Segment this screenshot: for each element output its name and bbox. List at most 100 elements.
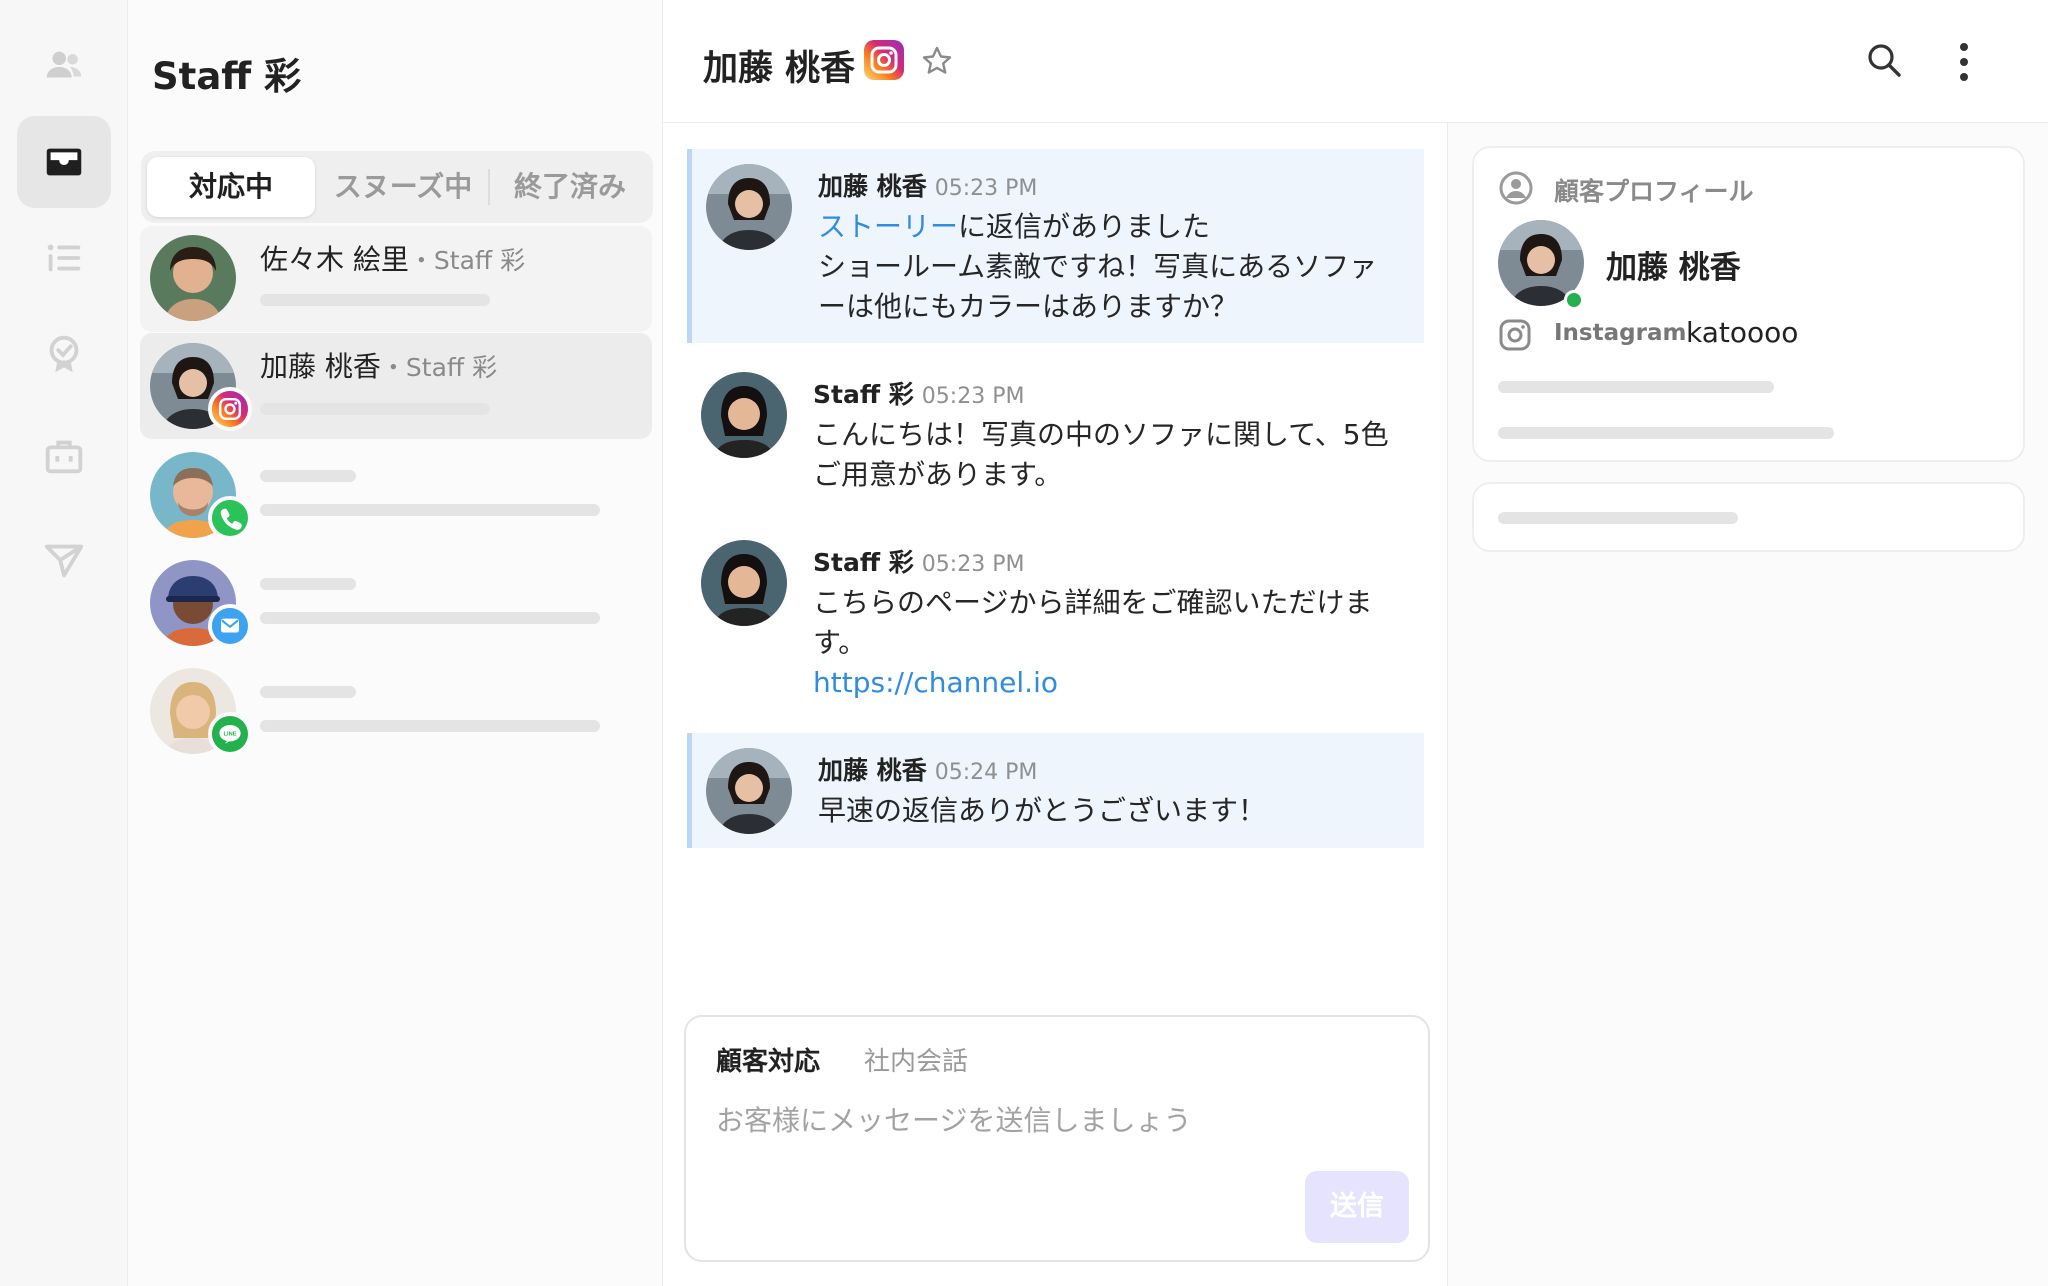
name-placeholder xyxy=(260,578,356,590)
avatar xyxy=(150,235,236,321)
instagram-icon xyxy=(864,40,904,80)
avatar xyxy=(706,748,792,834)
list-icon xyxy=(47,244,81,272)
channel-label: Instagram xyxy=(1554,320,1687,346)
instagram-icon xyxy=(208,387,252,431)
name-placeholder xyxy=(260,470,356,482)
sender-name: 加藤 桃香 xyxy=(818,172,927,201)
rail-inbox-button[interactable] xyxy=(17,116,111,208)
profile-placeholder xyxy=(1498,381,1774,393)
status-tabs: 対応中 スヌーズ中 終了済み xyxy=(141,151,653,223)
inbox-icon xyxy=(46,148,82,176)
tab-internal-chat[interactable]: 社内会話 xyxy=(864,1041,968,1078)
user-circle-icon xyxy=(1498,170,1534,206)
avatar xyxy=(701,540,787,626)
svg-text:LINE: LINE xyxy=(223,732,236,738)
more-options-icon[interactable] xyxy=(1954,40,1974,84)
customer-profile-panel: 顧客プロフィール 加藤 桃香 Instagram katoooo xyxy=(1448,123,2048,1286)
tab-separator xyxy=(488,169,490,205)
rail-briefcase-button[interactable] xyxy=(17,410,111,502)
message-text: 早速の返信ありがとうございます！ xyxy=(818,794,1267,827)
message-time: 05:23 PM xyxy=(921,552,1025,577)
send-icon xyxy=(44,544,84,578)
message-body: こちらのページから詳細をご確認いただけます。 https://channel.i… xyxy=(813,583,1393,703)
message-text: こちらのページから詳細をご確認いただけます。 xyxy=(813,586,1373,659)
nav-rail xyxy=(0,0,128,1286)
preview-placeholder xyxy=(260,612,600,624)
message-sender: Staff 彩 05:23 PM xyxy=(813,375,1024,411)
message-text: こんにちは！写真の中のソファに関して、5色ご用意があります。 xyxy=(813,418,1389,491)
people-icon xyxy=(46,51,82,78)
tab-customer-reply[interactable]: 顧客対応 xyxy=(716,1041,820,1078)
profile-placeholder xyxy=(1498,427,1834,439)
message-input[interactable]: お客様にメッセージを送信しましょう xyxy=(716,1099,1191,1139)
conversation-item[interactable] xyxy=(140,548,652,654)
message-composer: 顧客対応 社内会話 お客様にメッセージを送信しましょう 送信 xyxy=(684,1015,1430,1262)
message-text: ショールーム素敵ですね！写真にあるソファーは他にもカラーはありますか？ xyxy=(818,250,1378,323)
story-notice: に返信がありました xyxy=(958,210,1211,243)
tab-snoozed[interactable]: スヌーズ中 xyxy=(319,157,487,217)
message-sender: Staff 彩 05:23 PM xyxy=(813,543,1024,579)
conversation-title: 佐々木 絵里・Staff 彩 xyxy=(260,238,525,278)
profile-name: 加藤 桃香 xyxy=(1606,250,1741,286)
briefcase-icon xyxy=(45,440,83,474)
assignee-label: ・Staff 彩 xyxy=(380,353,498,382)
rail-list-button[interactable] xyxy=(17,212,111,304)
rail-badge-button[interactable] xyxy=(17,308,111,400)
preview-placeholder xyxy=(260,403,490,415)
name-placeholder xyxy=(260,686,356,698)
tab-closed[interactable]: 終了済み xyxy=(491,157,649,217)
message-time: 05:23 PM xyxy=(921,384,1025,409)
online-status-indicator xyxy=(1564,290,1584,310)
preview-placeholder xyxy=(260,294,490,306)
sender-name: Staff 彩 xyxy=(813,380,914,409)
message-staff: Staff 彩 05:23 PM こんにちは！写真の中のソファに関して、5色ご用意… xyxy=(687,357,1424,507)
message-time: 05:23 PM xyxy=(934,176,1038,201)
avatar xyxy=(706,164,792,250)
badge-icon xyxy=(49,335,79,373)
conversation-item-selected[interactable]: 加藤 桃香・Staff 彩 xyxy=(140,333,652,439)
conversation-item[interactable]: 佐々木 絵里・Staff 彩 xyxy=(140,226,652,332)
tab-open[interactable]: 対応中 xyxy=(147,157,315,217)
message-time: 05:24 PM xyxy=(934,760,1038,785)
sender-name: 加藤 桃香 xyxy=(818,756,927,785)
contact-name: 加藤 桃香 xyxy=(260,350,381,383)
message-sender: 加藤 桃香 05:23 PM xyxy=(818,167,1037,203)
app-window: Staff 彩 対応中 スヌーズ中 終了済み 佐々木 絵里・Staff 彩 加藤… xyxy=(0,0,2048,1286)
story-link[interactable]: ストーリー xyxy=(818,210,958,243)
star-icon[interactable] xyxy=(920,44,954,78)
chat-title: 加藤 桃香 xyxy=(703,49,856,89)
conversation-list-panel: Staff 彩 対応中 スヌーズ中 終了済み 佐々木 絵里・Staff 彩 加藤… xyxy=(128,0,663,1286)
contact-name: 佐々木 絵里 xyxy=(260,243,409,276)
send-button[interactable]: 送信 xyxy=(1305,1171,1409,1243)
sender-name: Staff 彩 xyxy=(813,548,914,577)
assignee-label: ・Staff 彩 xyxy=(408,246,526,275)
profile-card-secondary xyxy=(1472,482,2025,552)
message-sender: 加藤 桃香 05:24 PM xyxy=(818,751,1037,787)
message-customer: 加藤 桃香 05:24 PM 早速の返信ありがとうございます！ xyxy=(687,733,1424,848)
rail-send-button[interactable] xyxy=(17,514,111,606)
conversation-item[interactable]: LINE xyxy=(140,656,652,762)
avatar xyxy=(701,372,787,458)
chat-panel: 加藤 桃香 加藤 桃香 05:23 PM ストーリーに返信がありました ショールー xyxy=(663,0,2048,1286)
rail-people-button[interactable] xyxy=(17,20,111,112)
instagram-handle: katoooo xyxy=(1686,316,1799,349)
instagram-icon xyxy=(1498,318,1532,352)
chat-header: 加藤 桃香 xyxy=(663,0,2048,123)
message-link[interactable]: https://channel.io xyxy=(813,663,1393,703)
phone-icon xyxy=(208,496,252,540)
team-title: Staff 彩 xyxy=(152,55,302,98)
mail-icon xyxy=(208,604,252,648)
preview-placeholder xyxy=(260,720,600,732)
line-icon: LINE xyxy=(208,712,252,756)
profile-card: 顧客プロフィール 加藤 桃香 Instagram katoooo xyxy=(1472,146,2025,462)
conversation-title: 加藤 桃香・Staff 彩 xyxy=(260,345,497,385)
search-icon[interactable] xyxy=(1864,40,1904,80)
message-body: ストーリーに返信がありました ショールーム素敵ですね！写真にあるソファーは他にも… xyxy=(818,207,1398,327)
profile-card-title: 顧客プロフィール xyxy=(1554,177,1754,206)
message-customer: 加藤 桃香 05:23 PM ストーリーに返信がありました ショールーム素敵ですね… xyxy=(687,149,1424,343)
profile-placeholder xyxy=(1498,512,1738,524)
conversation-item[interactable] xyxy=(140,440,652,546)
message-staff: Staff 彩 05:23 PM こちらのページから詳細をご確認いただけます。 h… xyxy=(687,525,1424,715)
preview-placeholder xyxy=(260,504,600,516)
